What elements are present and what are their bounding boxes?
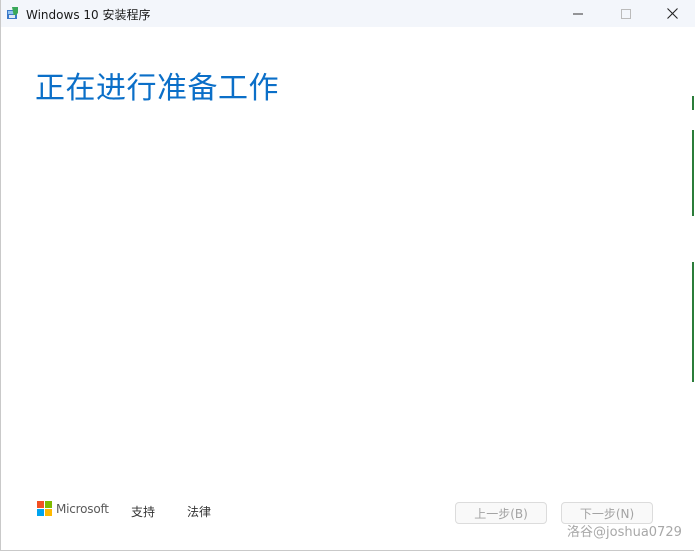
- window-edge-accent: [692, 130, 694, 216]
- close-icon: [666, 4, 678, 23]
- setup-window: Windows 10 安装程序 正在进行准备工作 Microsoft 支持 法律…: [0, 0, 695, 551]
- title-bar[interactable]: Windows 10 安装程序: [1, 0, 695, 27]
- maximize-icon: [621, 4, 631, 23]
- minimize-button[interactable]: [555, 0, 601, 27]
- maximize-button[interactable]: [603, 0, 649, 27]
- watermark-text: 洛谷@joshua0729: [567, 525, 682, 540]
- back-button[interactable]: 上一步(B): [455, 502, 547, 524]
- support-link[interactable]: 支持: [131, 503, 155, 520]
- window-title: Windows 10 安装程序: [26, 8, 151, 22]
- window-edge-accent: [692, 262, 694, 382]
- main-content: 正在进行准备工作 Microsoft 支持 法律 上一步(B) 下一步(N) 洛…: [1, 27, 695, 550]
- legal-link[interactable]: 法律: [187, 503, 211, 520]
- close-button[interactable]: [649, 0, 695, 27]
- page-title: 正在进行准备工作: [35, 71, 279, 106]
- microsoft-wordmark: Microsoft: [56, 502, 109, 516]
- window-edge-accent: [692, 96, 694, 110]
- microsoft-logo-icon: [37, 501, 53, 517]
- minimize-icon: [573, 4, 583, 23]
- microsoft-logo: Microsoft: [37, 501, 109, 517]
- setup-app-icon: [6, 5, 20, 19]
